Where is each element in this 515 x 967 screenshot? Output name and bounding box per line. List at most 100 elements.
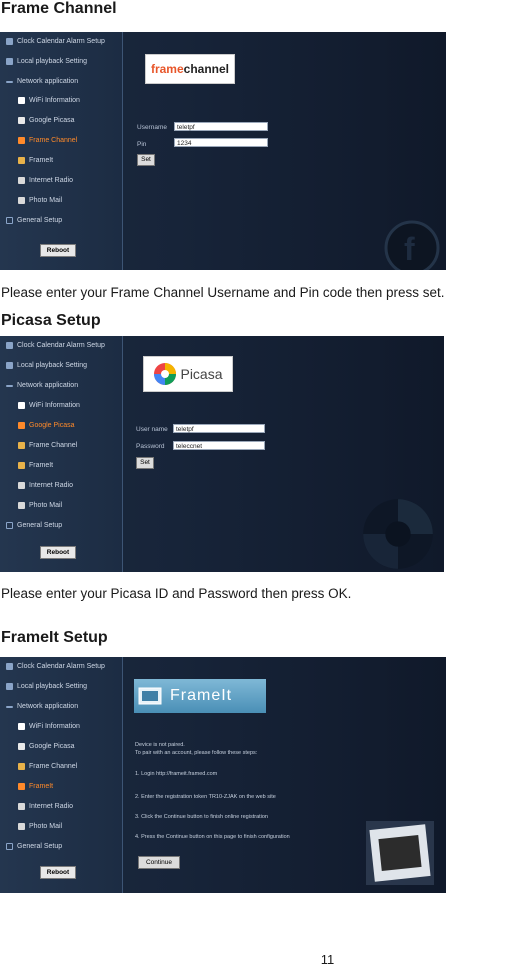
picasa-screenshot: Clock Calendar Alarm Setup Local playbac…	[0, 336, 444, 572]
frameit-step: 1. Login http://frameit.framed.com	[135, 771, 218, 777]
settings-sidebar	[0, 657, 123, 893]
logo-text-part1: frame	[150, 62, 184, 76]
set-button: Set	[137, 154, 155, 166]
menu-label: FrameIt	[29, 783, 54, 790]
menu-item-general: General Setup	[6, 522, 62, 529]
menu-item-general: General Setup	[6, 217, 62, 224]
frameit-icon	[18, 462, 25, 469]
password-label: Password	[136, 443, 165, 450]
frame-channel-watermark-icon: f	[384, 220, 440, 270]
menu-item-frameit: FrameIt	[18, 462, 53, 469]
menu-item-photo-mail: Photo Mail	[18, 197, 62, 204]
picasa-watermark-icon	[363, 499, 433, 569]
menu-item-network: Network application	[6, 382, 78, 389]
menu-item-photo-mail: Photo Mail	[18, 823, 62, 830]
menu-label: Network application	[17, 382, 79, 389]
menu-label: Google Picasa	[29, 743, 75, 750]
menu-label: Local playback Setting	[17, 683, 88, 690]
continue-button: Continue	[138, 856, 180, 869]
frame-channel-screenshot: Clock Calendar Alarm Setup Local playbac…	[0, 32, 446, 270]
radio-icon	[18, 177, 25, 184]
radio-icon	[18, 803, 25, 810]
picasa-pinwheel-icon	[154, 363, 177, 385]
playback-icon	[6, 58, 13, 65]
picasa-logo-text: Picasa	[180, 366, 223, 382]
menu-item-local-playback: Local playback Setting	[6, 362, 87, 369]
photo-frame-illustration-icon	[366, 821, 434, 885]
menu-label: Internet Radio	[29, 803, 73, 810]
section-heading-frame-channel: Frame Channel	[1, 0, 117, 17]
frameit-screenshot: Clock Calendar Alarm Setup Local playbac…	[0, 657, 446, 893]
menu-label: FrameIt	[29, 157, 54, 164]
page-number: 11	[0, 952, 515, 967]
menu-label: Network application	[17, 703, 79, 710]
menu-label: Clock Calendar Alarm Setup	[17, 663, 105, 670]
network-icon	[6, 80, 13, 83]
menu-item-wifi: WiFi Information	[18, 402, 80, 409]
menu-item-frameit: FrameIt	[18, 783, 53, 790]
menu-label: FrameIt	[29, 462, 54, 469]
menu-label: Frame Channel	[29, 763, 78, 770]
username-field: teletpf	[173, 424, 265, 433]
frameit-intro-line2: To pair with an account, please follow t…	[135, 750, 258, 756]
menu-label: Local playback Setting	[17, 362, 88, 369]
menu-item-photo-mail: Photo Mail	[18, 502, 62, 509]
menu-item-picasa: Google Picasa	[18, 422, 75, 429]
menu-item-local-playback: Local playback Setting	[6, 58, 87, 65]
menu-item-wifi: WiFi Information	[18, 723, 80, 730]
page-number-text: 11	[320, 952, 335, 967]
reboot-button: Reboot	[40, 244, 76, 257]
set-button: Set	[136, 457, 154, 469]
wifi-icon	[18, 97, 25, 104]
menu-item-picasa: Google Picasa	[18, 117, 75, 124]
radio-icon	[18, 482, 25, 489]
menu-item-frame-channel: Frame Channel	[18, 137, 77, 144]
menu-label: Google Picasa	[29, 117, 75, 124]
section-heading-picasa: Picasa Setup	[1, 312, 101, 329]
general-icon	[6, 217, 13, 224]
menu-label: General Setup	[17, 843, 63, 850]
menu-label: Local playback Setting	[17, 58, 88, 65]
picasa-caption: Please enter your Picasa ID and Password…	[1, 586, 352, 601]
settings-sidebar	[0, 32, 123, 270]
picasa-logo: Picasa	[143, 356, 233, 392]
menu-item-radio: Internet Radio	[18, 803, 73, 810]
reboot-button: Reboot	[40, 546, 76, 559]
frameit-step: 2. Enter the registration token TR10-ZJA…	[135, 794, 276, 800]
pin-label: Pin	[137, 141, 147, 148]
clock-icon	[6, 38, 13, 45]
frame-channel-icon	[18, 137, 25, 144]
section-heading-frameit: FrameIt Setup	[1, 629, 108, 646]
frameit-icon	[18, 783, 25, 790]
menu-label: General Setup	[17, 217, 63, 224]
frame-channel-caption: Please enter your Frame Channel Username…	[1, 285, 445, 300]
menu-label: Photo Mail	[29, 502, 63, 509]
menu-label: WiFi Information	[29, 402, 80, 409]
pin-field: 1234	[174, 138, 268, 147]
picasa-icon	[18, 743, 25, 750]
general-icon	[6, 843, 13, 850]
menu-label: Frame Channel	[29, 137, 78, 144]
frameit-logo-text: FrameIt	[170, 687, 233, 704]
frameit-step: 3. Click the Continue button to finish o…	[135, 814, 268, 820]
menu-item-radio: Internet Radio	[18, 177, 73, 184]
frame-channel-logo: frame channel	[145, 54, 235, 84]
menu-label: Internet Radio	[29, 482, 73, 489]
menu-label: Google Picasa	[29, 422, 75, 429]
menu-item-radio: Internet Radio	[18, 482, 73, 489]
menu-label: WiFi Information	[29, 723, 80, 730]
menu-label: Clock Calendar Alarm Setup	[17, 38, 105, 45]
network-icon	[6, 705, 13, 708]
username-field: teletpf	[174, 122, 268, 131]
wifi-icon	[18, 723, 25, 730]
playback-icon	[6, 362, 13, 369]
menu-item-network: Network application	[6, 78, 78, 85]
menu-label: Clock Calendar Alarm Setup	[17, 342, 105, 349]
password-field: teleccnet	[173, 441, 265, 450]
menu-label: Network application	[17, 78, 79, 85]
clock-icon	[6, 663, 13, 670]
logo-text-part2: channel	[183, 62, 230, 76]
menu-item-frameit: FrameIt	[18, 157, 53, 164]
menu-item-picasa: Google Picasa	[18, 743, 75, 750]
wifi-icon	[18, 402, 25, 409]
